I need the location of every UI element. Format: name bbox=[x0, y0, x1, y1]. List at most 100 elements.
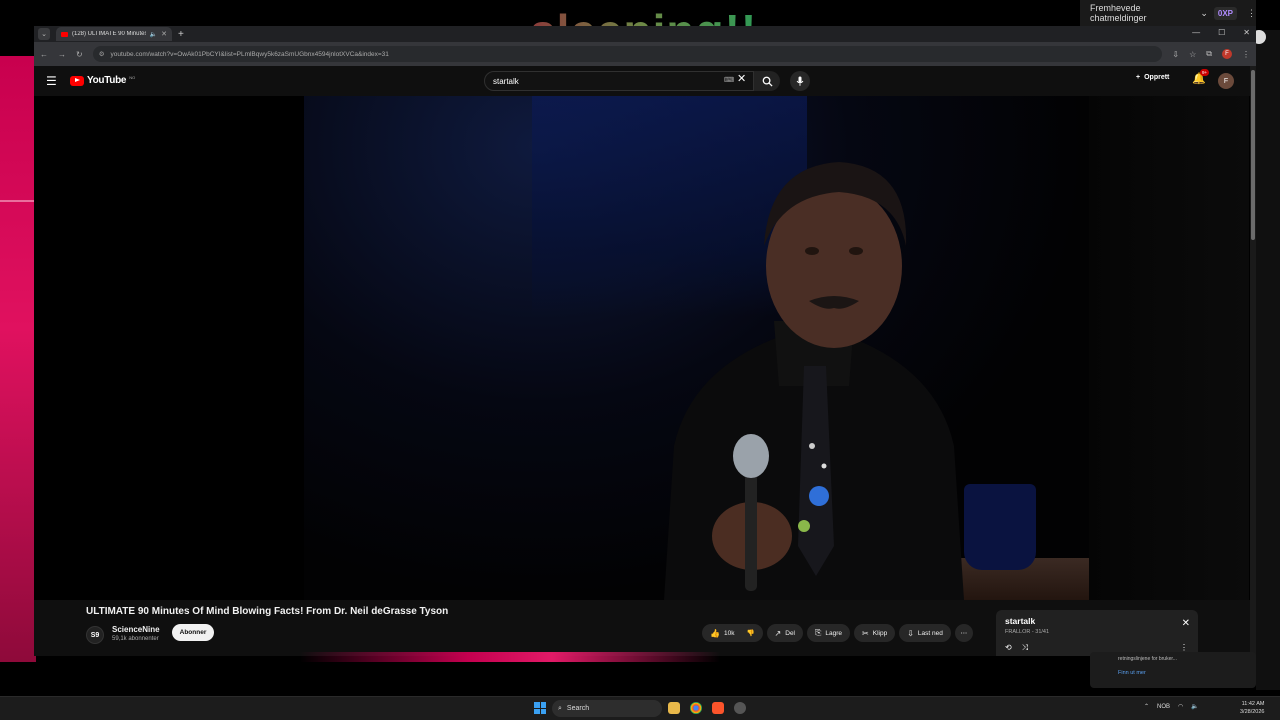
video-info: ULTIMATE 90 Minutes Of Mind Blowing Fact… bbox=[34, 600, 1250, 656]
clock[interactable]: 11:42 AM 3/28/2026 bbox=[1240, 700, 1264, 716]
xp-badge: 0XP bbox=[1213, 6, 1237, 20]
playlist-controls: ⟲ ⤨ bbox=[1005, 643, 1028, 653]
more-actions-button[interactable]: ⋯ bbox=[954, 624, 973, 642]
scrollbar-thumb[interactable] bbox=[1251, 70, 1255, 240]
site-info-icon[interactable]: ⚙ bbox=[99, 50, 105, 58]
clear-search-icon[interactable]: ✕ bbox=[737, 72, 746, 85]
video-title: ULTIMATE 90 Minutes Of Mind Blowing Fact… bbox=[86, 606, 449, 617]
clip-label: Klipp bbox=[872, 629, 888, 637]
taskbar-search[interactable]: ⌕ Search bbox=[552, 700, 662, 717]
app-icon[interactable] bbox=[734, 702, 746, 714]
new-tab-icon[interactable]: + bbox=[178, 29, 184, 40]
windows-start-icon[interactable] bbox=[534, 702, 546, 714]
tab-search-icon[interactable]: ⌄ bbox=[38, 28, 50, 40]
microphone-icon bbox=[796, 76, 804, 86]
more-icon[interactable]: ⋮ bbox=[1247, 8, 1256, 19]
bookmark-star-icon[interactable]: ☆ bbox=[1189, 50, 1196, 59]
taskbar-search-label: Search bbox=[566, 705, 590, 712]
install-icon[interactable]: ⇩ bbox=[1172, 50, 1179, 59]
chrome-icon[interactable] bbox=[690, 702, 702, 714]
share-button[interactable]: ↗ Del bbox=[766, 624, 804, 642]
profile-icon[interactable]: F bbox=[1222, 49, 1232, 59]
overlay-right-panel bbox=[1256, 30, 1280, 690]
tab-youtube[interactable]: (128) ULTIMATE 90 Minutes 🔈 ✕ bbox=[56, 27, 172, 41]
page-scrollbar[interactable] bbox=[1250, 66, 1256, 656]
share-label: Del bbox=[785, 629, 796, 637]
like-button[interactable]: 👍 10k 👎 bbox=[702, 624, 763, 642]
notice-text: retningslinjene for bruker... bbox=[1118, 656, 1177, 662]
system-tray: ⌃ NOB ◠ 🔈 bbox=[1144, 703, 1199, 711]
address-bar[interactable]: ⚙ youtube.com/watch?v=OwAk01PbCYI&list=P… bbox=[92, 46, 1163, 62]
file-explorer-icon[interactable] bbox=[668, 702, 680, 714]
chevron-down-icon[interactable]: ⌄ bbox=[1200, 8, 1208, 19]
search-icon bbox=[762, 76, 773, 87]
account-avatar[interactable]: F bbox=[1218, 73, 1234, 89]
notification-count-badge: 9+ bbox=[1200, 69, 1210, 76]
extensions-icon[interactable]: ⧉ bbox=[1206, 49, 1212, 59]
subscriber-count: 59,1k abonnenter bbox=[112, 636, 159, 642]
thumbs-up-icon: 👍 bbox=[710, 628, 720, 638]
save-button[interactable]: ⎘ Lagre bbox=[807, 624, 851, 642]
thumbs-down-icon[interactable]: 👎 bbox=[746, 629, 754, 637]
channel-avatar[interactable]: S9 bbox=[86, 626, 104, 644]
notice-popup: retningslinjene for bruker... Finn ut me… bbox=[1090, 652, 1256, 688]
featured-chat-header[interactable]: Fremhevede chatmeldinger ⌄ 0XP ⋮ bbox=[1080, 0, 1256, 26]
youtube-logo[interactable]: YouTube NO bbox=[70, 75, 135, 86]
tab-title: (128) ULTIMATE 90 Minutes bbox=[72, 31, 146, 37]
country-code: NO bbox=[129, 75, 136, 80]
reload-icon[interactable]: ↻ bbox=[76, 50, 83, 59]
youtube-favicon-icon bbox=[61, 31, 68, 37]
close-tab-icon[interactable]: ✕ bbox=[161, 30, 167, 38]
screen: sleeping!! Fremhevede chatmeldinger ⌄ 0X… bbox=[0, 0, 1280, 720]
close-playlist-icon[interactable]: ✕ bbox=[1182, 618, 1190, 629]
minimize-button[interactable]: — bbox=[1192, 28, 1200, 37]
close-window-button[interactable]: ✕ bbox=[1243, 28, 1250, 37]
subscribe-button[interactable]: Abonner bbox=[172, 624, 214, 641]
tab-strip: ⌄ (128) ULTIMATE 90 Minutes 🔈 ✕ + — ☐ ✕ bbox=[34, 26, 1256, 42]
playlist-title[interactable]: startalk bbox=[1005, 616, 1189, 626]
chevron-up-icon[interactable]: ⌃ bbox=[1144, 703, 1149, 710]
toolbar-actions: ⇩ ☆ ⧉ F ⋮ bbox=[1172, 49, 1250, 59]
speaker-icon[interactable]: 🔈 bbox=[150, 31, 157, 38]
search-input[interactable]: startalk bbox=[484, 71, 754, 91]
youtube-masthead: ☰ YouTube NO startalk ⌨ ✕ + Opprett 🔔 9+… bbox=[34, 66, 1256, 96]
keyboard-icon[interactable]: ⌨ bbox=[724, 76, 734, 84]
save-label: Lagre bbox=[825, 629, 843, 637]
more-horizontal-icon: ⋯ bbox=[960, 630, 968, 637]
clip-button[interactable]: ✂ Klipp bbox=[854, 624, 896, 642]
volume-icon[interactable]: 🔈 bbox=[1191, 703, 1198, 710]
playlist-position: FRALLOR - 31/41 bbox=[1005, 629, 1050, 635]
hamburger-menu-icon[interactable]: ☰ bbox=[46, 74, 57, 88]
back-icon[interactable]: ← bbox=[40, 50, 48, 59]
voice-search-button[interactable] bbox=[790, 71, 810, 91]
brave-icon[interactable] bbox=[712, 702, 724, 714]
overlay-divider bbox=[0, 200, 36, 202]
video-player[interactable] bbox=[34, 96, 1250, 600]
search-button[interactable] bbox=[754, 71, 780, 91]
browser-window: ⌄ (128) ULTIMATE 90 Minutes 🔈 ✕ + — ☐ ✕ … bbox=[34, 26, 1256, 656]
language-indicator[interactable]: NOB bbox=[1157, 704, 1170, 710]
clock-time: 11:42 AM bbox=[1241, 701, 1265, 707]
speaker-figure bbox=[664, 162, 964, 600]
youtube-play-icon bbox=[70, 75, 84, 86]
channel-name[interactable]: ScienceNine bbox=[112, 625, 160, 634]
video-frame bbox=[304, 96, 1089, 600]
maximize-button[interactable]: ☐ bbox=[1218, 28, 1225, 37]
playlist-panel: startalk FRALLOR - 31/41 ✕ ⟲ ⤨ ⋮ bbox=[996, 610, 1198, 656]
share-icon: ↗ bbox=[774, 628, 782, 638]
bookmark-icon: ⎘ bbox=[815, 628, 822, 637]
menu-icon[interactable]: ⋮ bbox=[1242, 50, 1250, 59]
search-icon: ⌕ bbox=[558, 704, 562, 712]
shuffle-icon[interactable]: ⤨ bbox=[1022, 643, 1028, 653]
playlist-more-icon[interactable]: ⋮ bbox=[1180, 643, 1188, 652]
stream-overlay-glow bbox=[300, 652, 720, 662]
wifi-icon[interactable]: ◠ bbox=[1178, 703, 1183, 710]
clock-date: 3/28/2026 bbox=[1240, 709, 1265, 715]
download-button[interactable]: ⇩ Last ned bbox=[899, 624, 951, 642]
loop-icon[interactable]: ⟲ bbox=[1005, 643, 1012, 653]
taskbar: ⌕ Search ⌃ NOB ◠ 🔈 11:42 AM 3/28/2026 bbox=[0, 696, 1280, 720]
window-controls: — ☐ ✕ bbox=[1192, 28, 1250, 37]
create-button[interactable]: + Opprett bbox=[1136, 74, 1169, 81]
learn-more-link[interactable]: Finn ut mer bbox=[1118, 670, 1228, 676]
forward-icon[interactable]: → bbox=[58, 50, 66, 59]
